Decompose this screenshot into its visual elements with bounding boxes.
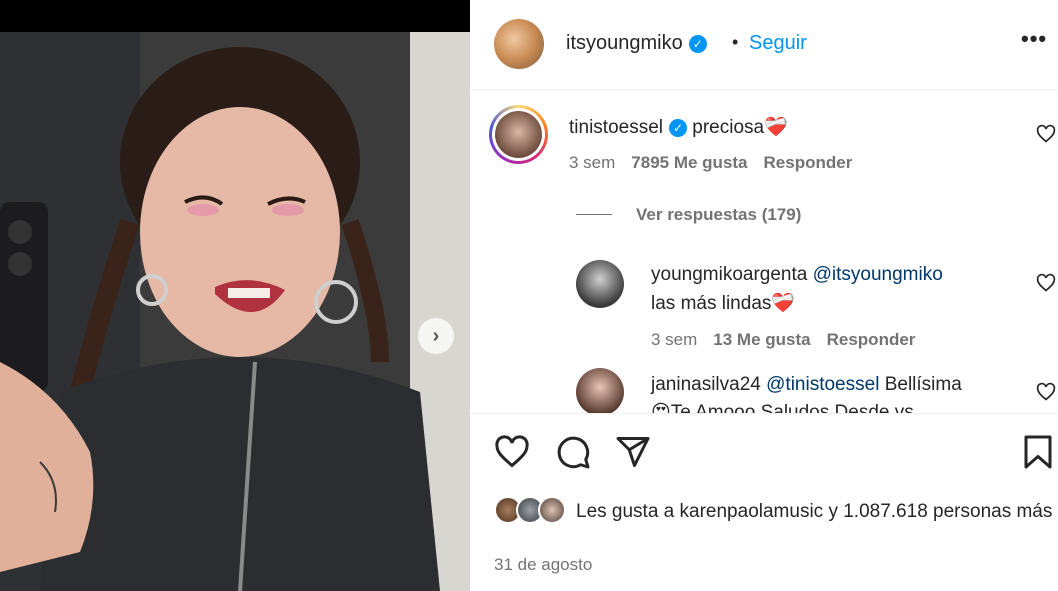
comment-username[interactable]: janinasilva24 <box>651 374 761 395</box>
reply-button[interactable]: Responder <box>827 330 916 349</box>
comment-time[interactable]: 3 sem <box>569 153 615 172</box>
bookmark-icon[interactable] <box>1020 434 1056 470</box>
comment-likes[interactable]: 7895 Me gusta <box>631 153 747 172</box>
comment-mention[interactable]: @tinistoessel <box>766 374 879 395</box>
verified-badge-icon: ✓ <box>669 118 687 137</box>
likes-middle: y <box>823 501 844 522</box>
commenter-avatar[interactable] <box>576 260 624 308</box>
likes-suffix[interactable]: más <box>1016 501 1052 522</box>
comment-body: Bellísima <box>884 374 962 395</box>
comment-text: youngmikoargenta @itsyoungmiko <box>651 264 943 286</box>
comments-list: tinistoessel ✓ preciosa❤️‍🩹 3 sem 7895 Me … <box>470 91 1058 413</box>
comment-body: las más lindas <box>651 293 772 314</box>
post-header: itsyoungmiko ✓ • Seguir ••• <box>470 0 1058 90</box>
comment-username[interactable]: youngmikoargenta <box>651 264 807 285</box>
comment-body: 😍Te Amooo Saludos Desde vs <box>651 402 914 413</box>
follow-button[interactable]: Seguir <box>749 32 807 55</box>
comment-likes[interactable]: 13 Me gusta <box>713 330 810 349</box>
next-photo-button[interactable]: › <box>418 318 454 354</box>
view-replies-button[interactable]: Ver respuestas (179) <box>636 205 801 225</box>
comment-icon[interactable] <box>555 434 591 470</box>
reply-button[interactable]: Responder <box>764 153 853 172</box>
author-username[interactable]: itsyoungmiko <box>566 32 683 54</box>
separator-dot: • <box>732 32 739 52</box>
comment-mention[interactable]: @itsyoungmiko <box>813 264 943 285</box>
likes-text: Les gusta a karenpaolamusic y 1.087.618 … <box>576 498 1056 525</box>
share-icon[interactable] <box>615 434 651 470</box>
like-comment-heart-icon[interactable] <box>1036 273 1056 293</box>
heart-icon[interactable] <box>494 434 530 470</box>
comment-time[interactable]: 3 sem <box>651 330 697 349</box>
comment-username[interactable]: tinistoessel <box>569 117 663 138</box>
liker-avatar[interactable] <box>538 496 566 524</box>
comment-meta: 3 sem 13 Me gusta Responder <box>651 330 915 350</box>
heart-emoji: ❤️‍🩹 <box>764 117 788 138</box>
more-options-icon[interactable]: ••• <box>1021 26 1047 52</box>
replies-line <box>576 214 612 215</box>
commenter-avatar[interactable] <box>576 368 624 413</box>
like-comment-heart-icon[interactable] <box>1036 124 1056 144</box>
comment-body-row: las más lindas❤️‍🩹 <box>651 291 795 315</box>
likes-count[interactable]: 1.087.618 personas <box>843 501 1011 522</box>
comment-body-row: 😍Te Amooo Saludos Desde vs <box>651 401 914 413</box>
heart-emoji: ❤️‍🩹 <box>771 293 796 314</box>
like-comment-heart-icon[interactable] <box>1036 382 1056 402</box>
author-avatar[interactable] <box>494 19 544 69</box>
author-username-row: itsyoungmiko ✓ <box>566 32 707 55</box>
post-sidebar: itsyoungmiko ✓ • Seguir ••• tinistoessel ✓… <box>470 0 1058 591</box>
post-media: › <box>0 0 470 591</box>
post-date[interactable]: 31 de agosto <box>494 555 592 575</box>
photo-illustration <box>0 32 470 591</box>
post-actions <box>470 430 1058 476</box>
verified-badge-icon: ✓ <box>688 34 707 53</box>
chevron-right-icon: › <box>432 324 440 347</box>
likes-user[interactable]: karenpaolamusic <box>680 501 824 522</box>
divider <box>470 413 1058 414</box>
commenter-avatar[interactable] <box>489 105 548 164</box>
comment-text: tinistoessel ✓ preciosa❤️‍🩹 <box>569 115 788 139</box>
comment-meta: 3 sem 7895 Me gusta Responder <box>569 153 852 173</box>
comment-text: janinasilva24 @tinistoessel Bellísima <box>651 374 962 396</box>
comment-body: preciosa <box>692 117 765 138</box>
post-photo <box>0 32 470 591</box>
likes-prefix: Les gusta a <box>576 501 680 522</box>
